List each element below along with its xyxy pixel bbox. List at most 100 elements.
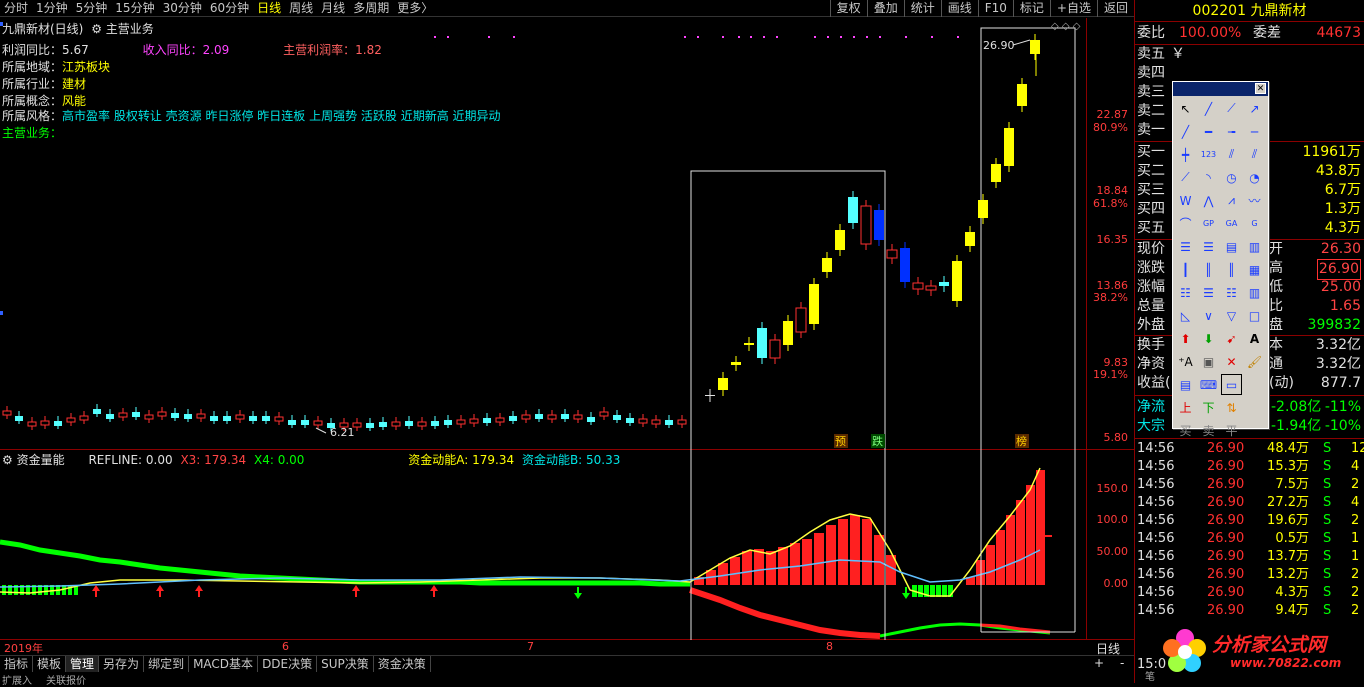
- period-multi[interactable]: 多周期: [349, 0, 393, 16]
- tab-indicator[interactable]: 指标: [0, 656, 34, 672]
- list-icon[interactable]: ▤: [1175, 374, 1196, 395]
- flat-label[interactable]: 平: [1221, 420, 1242, 441]
- candle: [235, 414, 245, 420]
- cycle-line-icon[interactable]: ┃: [1175, 259, 1196, 280]
- time-zone-icon[interactable]: ║: [1221, 259, 1242, 280]
- triangle-icon[interactable]: ▽: [1221, 305, 1242, 326]
- note-arrow-icon[interactable]: ➹: [1221, 328, 1242, 349]
- screen-icon[interactable]: ▭: [1221, 374, 1242, 395]
- mark-button[interactable]: 标记: [1012, 0, 1050, 17]
- window-controls[interactable]: ◇ ◇ ◇: [1051, 21, 1080, 32]
- fibonacci-fan-icon[interactable]: ☰: [1175, 236, 1196, 257]
- horizontal-line-icon[interactable]: ─: [1244, 121, 1265, 142]
- period-30min[interactable]: 30分钟: [159, 0, 206, 16]
- horizontal-ray-icon[interactable]: ╼: [1221, 121, 1242, 142]
- main-kline-chart[interactable]: 九鼎新材(日线) ⚙ 主营业务 利润同比：5.67 收入同比：2.09 主营利润…: [0, 18, 1134, 450]
- wave-icon[interactable]: ⋀: [1198, 190, 1219, 211]
- period-5min[interactable]: 5分钟: [72, 0, 112, 16]
- buy-mark-icon[interactable]: 上: [1175, 397, 1196, 418]
- tab-manage[interactable]: 管理: [66, 656, 100, 672]
- draw-button[interactable]: 画线: [940, 0, 978, 17]
- period-more[interactable]: 更多〉: [393, 0, 437, 16]
- horizontal-segment-icon[interactable]: ━: [1198, 121, 1219, 142]
- gp-icon[interactable]: GP: [1198, 213, 1219, 234]
- period-15min[interactable]: 15分钟: [111, 0, 158, 16]
- segment-line-icon[interactable]: ╱: [1198, 98, 1219, 119]
- box-lines-icon[interactable]: ☷: [1221, 282, 1242, 303]
- rectangle-icon[interactable]: □: [1244, 305, 1265, 326]
- tab-bind[interactable]: 绑定到: [144, 656, 190, 672]
- fibonacci-retrace-icon[interactable]: ☰: [1198, 236, 1219, 257]
- tab-macd[interactable]: MACD基本: [189, 656, 259, 672]
- f10-button[interactable]: F10: [977, 0, 1013, 17]
- circle-icon[interactable]: ◷: [1221, 167, 1242, 188]
- stats-button[interactable]: 统计: [903, 0, 941, 17]
- level-lines-icon[interactable]: ☰: [1198, 282, 1219, 303]
- ga-icon[interactable]: GA: [1221, 213, 1242, 234]
- gann-grid-icon[interactable]: ▦: [1244, 259, 1265, 280]
- channel-icon[interactable]: ⫽: [1244, 144, 1265, 165]
- tab-save-as[interactable]: 另存为: [99, 656, 145, 672]
- period-1min[interactable]: 1分钟: [32, 0, 72, 16]
- arrow-line-icon[interactable]: ↗: [1244, 98, 1265, 119]
- status-mid[interactable]: 关联报价: [46, 672, 86, 687]
- sell-label[interactable]: 卖: [1198, 420, 1219, 441]
- down-arrow-shape-icon[interactable]: ∨: [1198, 305, 1219, 326]
- block-icon[interactable]: ▣: [1198, 351, 1219, 372]
- zoom-in-button[interactable]: +: [1094, 656, 1104, 670]
- tab-dde[interactable]: DDE决策: [258, 656, 318, 672]
- drawing-tools-palette[interactable]: ✕ ↖ ╱ ⟋ ↗ ╱ ━ ╼ ─ ┿ 123 ⫽ ⫽ ⟋ ◝ ◷ ◔ W ⋀ …: [1172, 81, 1269, 438]
- delete-icon[interactable]: ✕: [1221, 351, 1242, 372]
- zigzag-icon[interactable]: ⩘: [1221, 190, 1242, 211]
- up-arrow-icon[interactable]: ⬆: [1175, 328, 1196, 349]
- vertical-line-icon[interactable]: ┿: [1175, 144, 1196, 165]
- text-label-icon[interactable]: ⁺A: [1175, 351, 1196, 372]
- wave-w-icon[interactable]: W: [1175, 190, 1196, 211]
- buy-label[interactable]: 买: [1175, 420, 1196, 441]
- straight-line-icon[interactable]: ╱: [1175, 121, 1196, 142]
- arc-fan-icon[interactable]: ☷: [1175, 282, 1196, 303]
- zoom-out-button[interactable]: -: [1120, 656, 1124, 670]
- sell-mark-icon[interactable]: 下: [1198, 397, 1219, 418]
- add-watchlist-button[interactable]: +自选: [1049, 0, 1097, 17]
- back-button[interactable]: 返回: [1096, 0, 1134, 17]
- flat-mark-icon[interactable]: ⇅: [1221, 397, 1242, 418]
- candle: [106, 414, 114, 419]
- overlay-button[interactable]: 叠加: [866, 0, 904, 17]
- cursor-icon[interactable]: ↖: [1175, 98, 1196, 119]
- palette-titlebar[interactable]: ✕: [1173, 82, 1268, 96]
- keyboard-icon[interactable]: ⌨: [1198, 374, 1219, 395]
- arc-icon[interactable]: ◝: [1198, 167, 1219, 188]
- gann-icon[interactable]: G: [1244, 213, 1265, 234]
- polyline-icon[interactable]: 〰: [1244, 190, 1265, 211]
- capital-volume-chart[interactable]: ⚙ 资金量能 REFLINE: 0.00 X3: 179.34 X4: 0.00…: [0, 450, 1134, 640]
- double-line-icon[interactable]: ⟋: [1175, 167, 1196, 188]
- speed-line-icon[interactable]: ▥: [1244, 236, 1265, 257]
- paint-icon[interactable]: 🖌: [1244, 351, 1265, 372]
- tab-capital[interactable]: 资金决策: [374, 656, 431, 672]
- period-monthly[interactable]: 月线: [317, 0, 349, 16]
- close-icon[interactable]: ✕: [1255, 83, 1266, 94]
- curve-icon[interactable]: ⌒: [1175, 213, 1196, 234]
- gann-fan-icon[interactable]: ▤: [1221, 236, 1242, 257]
- tab-sup[interactable]: SUP决策: [317, 656, 374, 672]
- fibonacci-cycle-icon[interactable]: ║: [1198, 259, 1219, 280]
- red-bar: [754, 549, 764, 585]
- status-left[interactable]: 扩展入: [2, 672, 32, 687]
- ellipse-icon[interactable]: ◔: [1244, 167, 1265, 188]
- period-60min[interactable]: 60分钟: [206, 0, 253, 16]
- tab-template[interactable]: 模板: [33, 656, 67, 672]
- weicha-value: 44673: [1316, 25, 1361, 41]
- ray-line-icon[interactable]: ⟋: [1221, 98, 1242, 119]
- number-123-icon[interactable]: 123: [1198, 144, 1219, 165]
- text-icon[interactable]: A: [1244, 328, 1265, 349]
- period-daily[interactable]: 日线: [253, 0, 285, 16]
- bar-lines-icon[interactable]: ▥: [1244, 282, 1265, 303]
- parallel-lines-icon[interactable]: ⫽: [1221, 144, 1242, 165]
- buy3-label: 买三: [1137, 182, 1165, 198]
- period-minute[interactable]: 分时: [0, 0, 32, 16]
- triangle-fan-icon[interactable]: ◺: [1175, 305, 1196, 326]
- down-arrow-icon[interactable]: ⬇: [1198, 328, 1219, 349]
- adjust-button[interactable]: 复权: [829, 0, 867, 17]
- period-weekly[interactable]: 周线: [285, 0, 317, 16]
